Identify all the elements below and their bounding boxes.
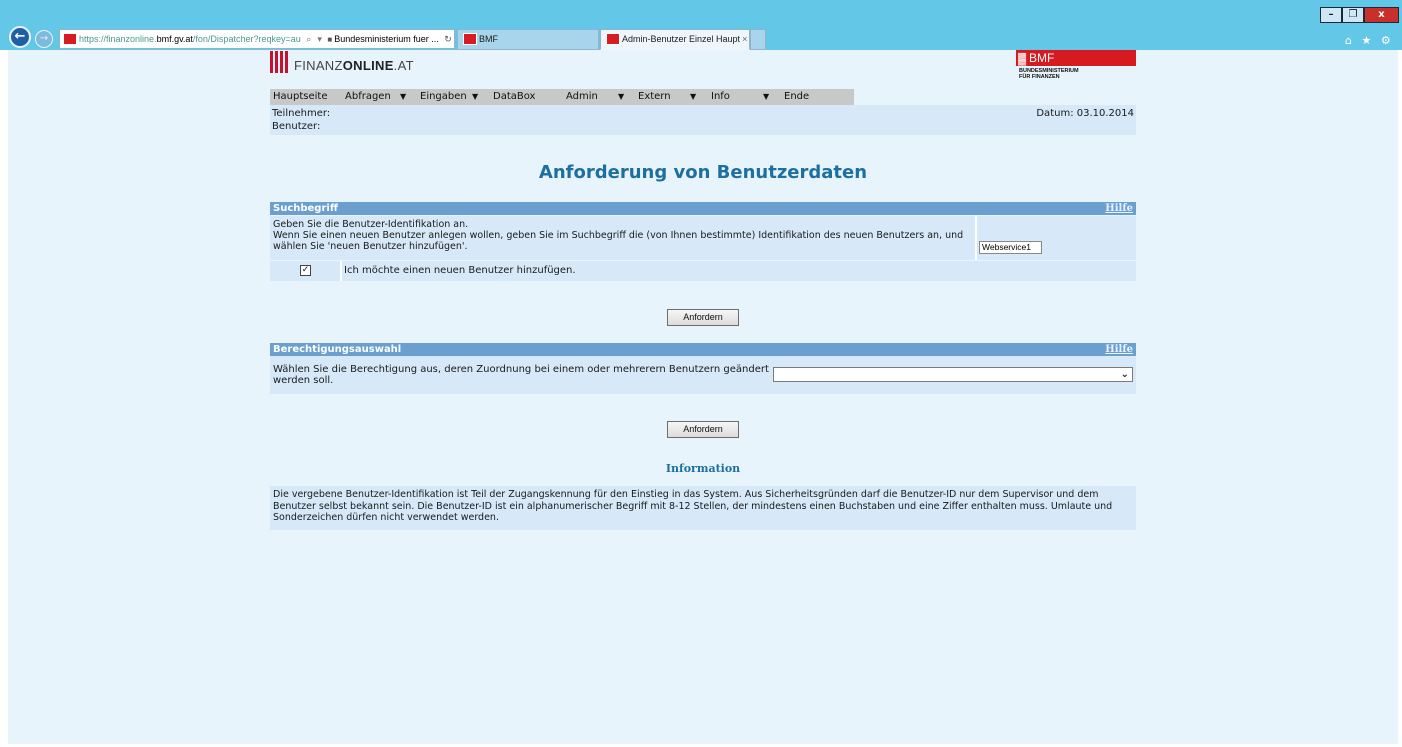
caret-down-icon: ▼ — [690, 92, 697, 101]
suchbegriff-input[interactable]: Webservice1 — [979, 241, 1042, 254]
caret-down-icon: ▼ — [618, 92, 625, 101]
menu-label: Admin — [566, 91, 598, 102]
page-title: Anforderung von Benutzerdaten — [538, 162, 868, 183]
info-line: Die vergebene Benutzer-Identifikation is… — [273, 489, 1099, 500]
berechtigung-row: Wählen Sie die Berechtigung aus, deren Z… — [270, 356, 1136, 394]
logo-bars-icon — [270, 51, 290, 73]
refresh-icon[interactable]: ↻ — [444, 34, 452, 44]
suchbegriff-heading: Suchbegriff — [273, 203, 338, 214]
anfordern-button-suchbegriff[interactable]: Anfordern — [667, 309, 739, 326]
berechtigung-select[interactable]: ⌄ — [773, 367, 1133, 382]
berechtigung-help-link[interactable]: Hilfe — [1105, 343, 1133, 356]
url-domain: bmf.gv.at — [156, 34, 193, 44]
new-tab-button[interactable] — [750, 29, 766, 50]
new-user-row: ✓ Ich möchte einen neuen Benutzer hinzuf… — [270, 261, 1136, 281]
date-label: Datum: 03.10.2014 — [1036, 108, 1134, 119]
close-tab-icon[interactable]: × — [742, 34, 747, 44]
menu-label: Info — [711, 91, 730, 102]
caret-down-icon: ▼ — [763, 92, 770, 101]
window-controls: – ❐ x — [1320, 7, 1399, 23]
bmf-favicon-icon — [463, 32, 477, 45]
berechtigung-heading: Berechtigungsauswahl — [273, 344, 402, 355]
back-arrow-icon[interactable]: ← — [9, 26, 31, 48]
new-user-checkbox[interactable]: ✓ — [300, 265, 311, 276]
information-box: Die vergebene Benutzer-Identifikation is… — [270, 486, 1136, 530]
chevron-down-icon: ⌄ — [1120, 369, 1129, 380]
cell-divider — [340, 261, 342, 281]
close-window-icon[interactable]: x — [1364, 7, 1399, 23]
home-favorites-settings-icons[interactable]: ⌂ ★ ⚙ — [1345, 34, 1394, 47]
bmf-favicon-icon — [63, 32, 77, 45]
cell-divider — [975, 216, 977, 260]
suchbegriff-help-link[interactable]: Hilfe — [1105, 202, 1133, 215]
information-heading: Information — [665, 462, 741, 475]
search-icon[interactable]: ⌕ — [306, 34, 311, 44]
forward-arrow-icon[interactable]: → — [35, 30, 53, 48]
url-path: /fon/Dispatcher?reqkey=au — [192, 34, 301, 44]
bmf-logo-text: BMF — [1029, 51, 1055, 65]
logo-text-suffix: .AT — [393, 58, 414, 73]
caret-down-icon: ▼ — [472, 92, 479, 101]
instruction-line: Wenn Sie einen neuen Benutzer anlegen wo… — [273, 230, 964, 241]
logo-text-light: FINANZ — [294, 58, 343, 73]
berechtigung-instructions: Wählen Sie die Berechtigung aus, deren Z… — [273, 364, 773, 386]
benutzer-label: Benutzer: — [272, 121, 321, 132]
anfordern-button-berechtigung[interactable]: Anfordern — [667, 421, 739, 438]
menu-item-ende[interactable]: Ende — [781, 89, 854, 105]
new-user-checkbox-label: Ich möchte einen neuen Benutzer hinzufüg… — [344, 265, 576, 276]
tab-bmf[interactable]: BMF — [457, 29, 599, 50]
menu-label: Eingaben — [420, 91, 467, 102]
restore-icon[interactable]: ❐ — [1342, 7, 1364, 23]
menu-label: DataBox — [493, 91, 536, 102]
caret-down-icon: ▼ — [400, 92, 407, 101]
bmf-favicon-icon — [606, 32, 620, 45]
address-dropdown-icon[interactable]: ▾ — [317, 34, 322, 44]
browser-chrome: ← → https://finanzonline.bmf.gv.at/fon/D… — [0, 0, 1402, 50]
suchbegriff-row: Geben Sie die Benutzer-Identifikation an… — [270, 216, 1136, 260]
menu-item-abfragen[interactable]: Abfragen ▼ — [342, 89, 417, 105]
instruction-line: wählen Sie 'neuen Benutzer hinzufügen'. — [273, 241, 468, 252]
menu-item-extern[interactable]: Extern ▼ — [635, 89, 708, 105]
suchbegriff-header: Suchbegriff Hilfe — [270, 202, 1136, 215]
tab-label: Admin-Benutzer Einzel Haupt — [622, 34, 741, 44]
menu-label: Ende — [784, 91, 810, 102]
bmf-logo[interactable]: ▓ BMF BUNDESMINISTERIUM FÜR FINANZEN — [1016, 50, 1136, 80]
page-viewport: FINANZONLINE.AT ▓ BMF BUNDESMINISTERIUM F… — [8, 50, 1398, 744]
menu-item-databox[interactable]: DataBox — [490, 89, 563, 105]
logo-text-bold: ONLINE — [342, 58, 394, 73]
tab-admin-benutzer[interactable]: Admin-Benutzer Einzel Haupt × — [600, 29, 750, 50]
info-line: Sonderzeichen dürfen nicht verwendet wer… — [273, 512, 499, 523]
bmf-sub-line2: FÜR FINANZEN — [1019, 74, 1060, 80]
main-menu: Hauptseite Abfragen ▼ Eingaben ▼ DataBox A… — [270, 89, 854, 105]
instruction-line: Wählen Sie die Berechtigung aus, deren Z… — [273, 364, 769, 375]
user-info-bar: Teilnehmer: Benutzer: Datum: 03.10.2014 — [270, 105, 1136, 135]
instruction-line: Geben Sie die Benutzer-Identifikation an… — [273, 219, 469, 230]
suchbegriff-instructions: Geben Sie die Benutzer-Identifikation an… — [273, 219, 973, 252]
menu-label: Extern — [638, 91, 671, 102]
menu-label: Abfragen — [345, 91, 391, 102]
tab-label: BMF — [479, 34, 498, 44]
url-prefix: https://finanzonline. — [79, 34, 157, 44]
instruction-line: werden soll. — [273, 375, 334, 386]
info-line: Benutzer selbst bekannt sein. Die Benutz… — [273, 500, 1113, 512]
certificate-label[interactable]: Bundesministerium fuer ... — [334, 34, 439, 44]
finanzonline-logo[interactable]: FINANZONLINE.AT — [270, 51, 414, 73]
menu-item-info[interactable]: Info ▼ — [708, 89, 781, 105]
menu-label: Hauptseite — [273, 91, 328, 102]
menu-item-eingaben[interactable]: Eingaben ▼ — [417, 89, 490, 105]
teilnehmer-label: Teilnehmer: — [272, 108, 331, 119]
address-bar[interactable]: https://finanzonline.bmf.gv.at/fon/Dispa… — [59, 29, 455, 49]
berechtigung-header: Berechtigungsauswahl Hilfe — [270, 343, 1136, 356]
menu-item-admin[interactable]: Admin ▼ — [563, 89, 635, 105]
minimize-icon[interactable]: – — [1320, 7, 1342, 23]
eagle-icon: ▓ — [1018, 53, 1027, 65]
menu-item-hauptseite[interactable]: Hauptseite — [270, 89, 342, 105]
lock-icon: ■ — [327, 35, 333, 44]
